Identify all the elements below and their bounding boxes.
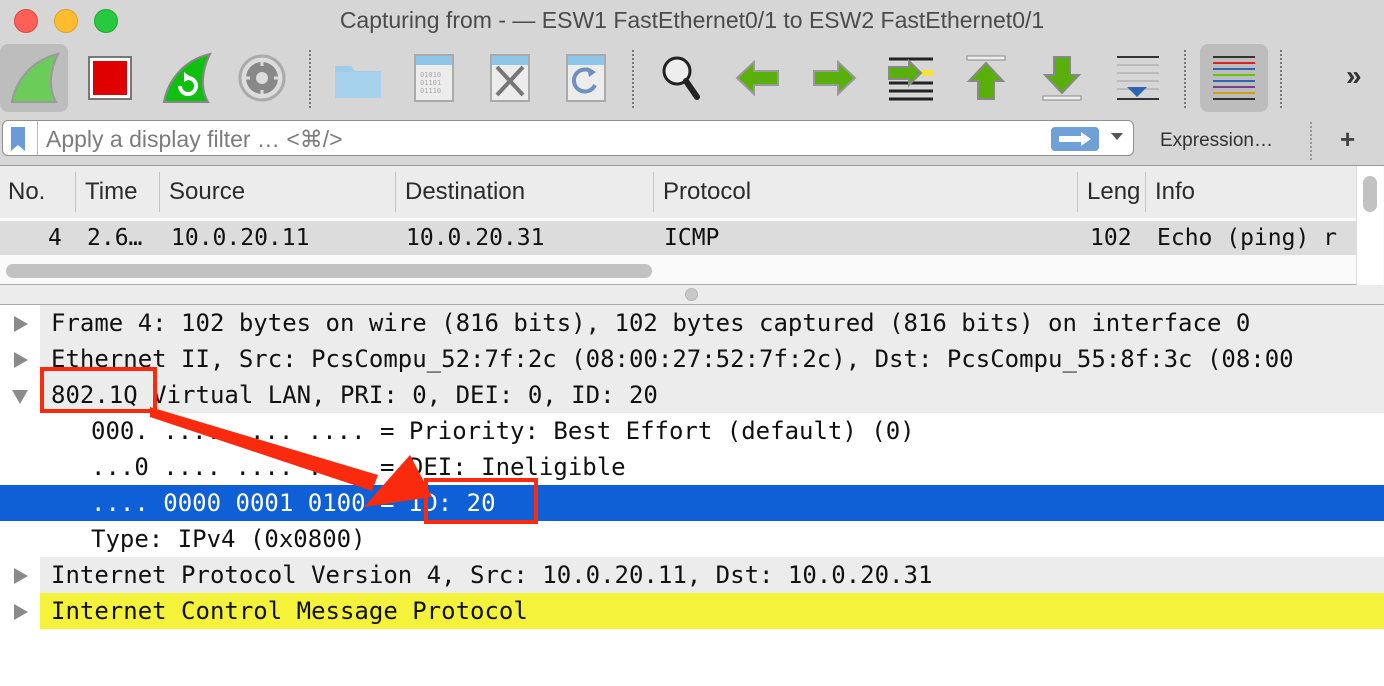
column-divider (159, 172, 160, 212)
arrow-bottom-icon (1042, 56, 1082, 101)
arrow-right-icon (813, 59, 857, 97)
folder-icon (335, 66, 381, 98)
packet-details-pane: Frame 4: 102 bytes on wire (816 bits), 1… (0, 305, 1384, 686)
save-file-button[interactable]: 01010 01101 01110 (400, 44, 468, 112)
arrow-right-icon (1059, 132, 1091, 146)
colorize-lines-icon (1213, 56, 1255, 100)
bookmark-icon[interactable] (10, 126, 26, 152)
filter-history-dropdown[interactable] (1111, 133, 1123, 140)
packet-row[interactable]: 4 2.6… 10.0.20.11 10.0.20.31 ICMP 102 Ec… (0, 221, 1356, 255)
column-divider (1145, 172, 1146, 212)
arrow-top-icon (966, 55, 1006, 100)
expression-button[interactable]: Expression… (1160, 130, 1273, 152)
horizontal-scrollbar[interactable] (0, 258, 1356, 285)
start-capture-button[interactable] (0, 44, 68, 112)
toolbar-separator (309, 50, 311, 108)
splitter-handle[interactable] (685, 288, 698, 301)
go-back-button[interactable] (724, 44, 792, 112)
column-header-source[interactable]: Source (161, 166, 395, 218)
svg-text:01101: 01101 (420, 79, 441, 87)
colorize-button[interactable] (1200, 44, 1268, 112)
pane-splitter[interactable] (0, 285, 1384, 305)
gear-icon (238, 54, 286, 102)
autoscroll-icon (1117, 56, 1159, 100)
close-file-button[interactable] (476, 44, 544, 112)
main-toolbar: 01010 01101 01110 » (0, 42, 1384, 114)
magnifier-icon (662, 56, 700, 100)
binary-file-icon: 010100110101110 (414, 54, 454, 102)
column-header-protocol[interactable]: Protocol (655, 166, 1077, 218)
toolbar-separator (1280, 50, 1282, 108)
go-to-packet-button[interactable] (876, 44, 944, 112)
arrow-left-icon (735, 59, 779, 97)
packet-no: 4 (48, 225, 62, 251)
column-divider (653, 172, 654, 212)
toolbar-separator (1184, 50, 1186, 108)
horizontal-scroll-thumb[interactable] (6, 264, 652, 278)
stop-capture-button[interactable] (76, 44, 144, 112)
packet-destination: 10.0.20.31 (406, 225, 545, 251)
title-bar: Capturing from - — ESW1 FastEthernet0/1 … (0, 0, 1384, 42)
svg-text:01010: 01010 (420, 71, 441, 79)
toolbar-overflow-button[interactable]: » (1346, 60, 1362, 92)
packet-source: 10.0.20.11 (171, 225, 310, 251)
shark-fin-icon (10, 52, 60, 103)
packet-info: Echo (ping) r (1157, 225, 1338, 251)
annotation-arrow-icon (150, 407, 432, 507)
column-header-length[interactable]: Leng (1079, 166, 1145, 218)
go-last-button[interactable] (1028, 44, 1096, 112)
column-divider (1077, 172, 1078, 212)
packet-length: 102 (1090, 225, 1132, 251)
display-filter-bar: Apply a display filter … <⌘/> Expression… (0, 114, 1384, 164)
open-file-button[interactable] (324, 44, 392, 112)
stop-square-icon (88, 56, 132, 100)
svg-text:01110: 01110 (420, 87, 441, 95)
column-header-no[interactable]: No. (0, 166, 74, 218)
filter-placeholder: Apply a display filter … <⌘/> (46, 126, 343, 152)
vertical-scrollbar[interactable] (1356, 166, 1383, 286)
shark-fin-restart-icon (162, 52, 212, 103)
display-filter-input[interactable]: Apply a display filter … <⌘/> (2, 120, 1134, 156)
column-divider (395, 172, 396, 212)
reload-file-button[interactable] (552, 44, 620, 112)
go-forward-button[interactable] (800, 44, 868, 112)
toolbar-separator (632, 50, 634, 108)
packet-list: No. Time Source Destination Protocol Len… (0, 165, 1384, 286)
apply-filter-button[interactable] (1051, 127, 1099, 151)
restart-capture-button[interactable] (152, 44, 220, 112)
packet-list-header: No. Time Source Destination Protocol Len… (0, 166, 1356, 218)
column-header-time[interactable]: Time (77, 166, 159, 218)
packet-protocol: ICMP (664, 225, 720, 251)
window-title: Capturing from - — ESW1 FastEthernet0/1 … (339, 7, 1045, 33)
column-header-info[interactable]: Info (1147, 166, 1347, 218)
find-packet-button[interactable] (648, 44, 716, 112)
auto-scroll-button[interactable] (1104, 44, 1172, 112)
filter-separator (1310, 122, 1312, 160)
column-divider (75, 172, 76, 212)
binary-file-reload-icon (566, 54, 606, 102)
filter-divider (37, 121, 38, 155)
binary-file-close-icon (490, 54, 530, 102)
column-header-destination[interactable]: Destination (397, 166, 653, 218)
vertical-scroll-thumb[interactable] (1363, 176, 1377, 212)
jump-to-packet-icon (888, 57, 933, 101)
go-first-button[interactable] (952, 44, 1020, 112)
add-filter-button[interactable]: + (1340, 124, 1355, 155)
packet-time: 2.6… (87, 225, 143, 251)
capture-options-button[interactable] (228, 44, 296, 112)
